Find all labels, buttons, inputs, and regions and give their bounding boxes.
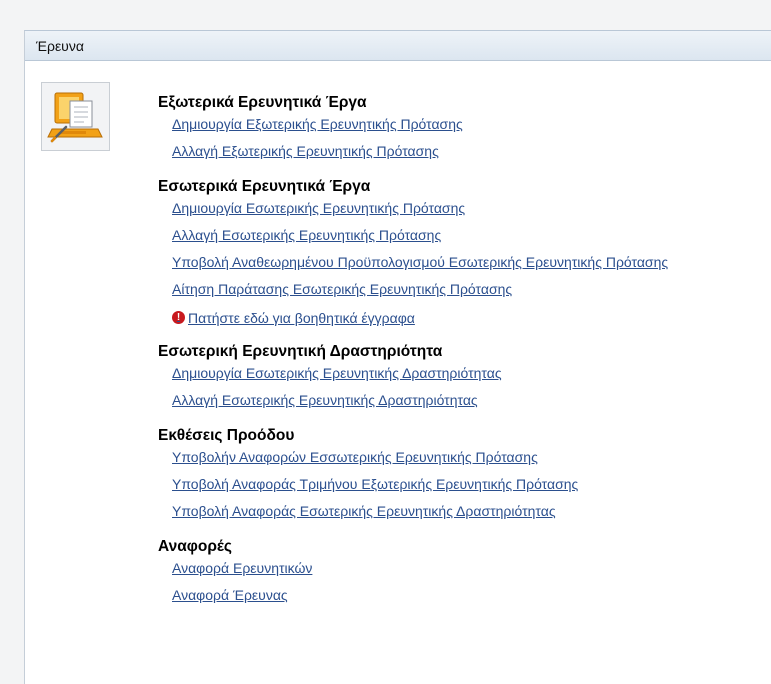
link-list: Δημιουργία Εσωτερικής Ερευνητικής Πρότασ… [172,197,768,332]
link-list: Αναφορά Ερευνητικών Αναφορά Έρευνας [172,557,768,611]
computer-desk-icon [46,92,103,142]
list-item: ! Πατήστε εδώ για βοηθητικά έγγραφα [172,305,768,332]
submit-activity-report-link[interactable]: Υποβολή Αναφοράς Εσωτερικής Ερευνητικής … [172,500,556,522]
section-reports: Αναφορές Αναφορά Ερευνητικών Αναφορά Έρε… [158,537,768,611]
list-item: Δημιουργία Εξωτερικής Ερευνητικής Πρότασ… [172,113,768,140]
section-title: Εκθέσεις Προόδου [158,427,295,444]
link-list: Δημιουργία Εσωτερικής Ερευνητικής Δραστη… [172,362,768,416]
research-panel: Έρευνα Εξωτερικά Ερευνητικά Έργα Δημιουρ… [24,30,771,684]
section-title: Αναφορές [158,538,232,555]
list-item: Υποβολήν Αναφορών Εσσωτερικής Ερευνητική… [172,446,768,473]
list-item: Αναφορά Έρευνας [172,584,768,611]
extension-request-link[interactable]: Αίτηση Παράτασης Εσωτερικής Ερευνητικής … [172,278,512,300]
section-title: Εσωτερική Ερευνητική Δραστηριότητα [158,343,443,360]
list-item: Υποβολή Αναφοράς Εσωτερικής Ερευνητικής … [172,500,768,527]
section-title: Εσωτερικά Ερευνητικά Έργα [158,178,371,195]
help-documents-label: Πατήστε εδώ για βοηθητικά έγγραφα [188,309,415,326]
list-item: Αλλαγή Εσωτερικής Ερευνητικής Πρότασης [172,224,768,251]
help-documents-link[interactable]: ! Πατήστε εδώ για βοηθητικά έγγραφα [172,307,415,329]
change-external-proposal-link[interactable]: Αλλαγή Εξωτερικής Ερευνητικής Πρότασης [172,140,439,162]
researchers-report-link[interactable]: Αναφορά Ερευνητικών [172,557,312,579]
menu-content: Εξωτερικά Ερευνητικά Έργα Δημιουργία Εξω… [158,93,768,611]
list-item: Υποβολή Αναφοράς Τριμήνου Εξωτερικής Ερε… [172,473,768,500]
list-item: Αναφορά Ερευνητικών [172,557,768,584]
research-report-link[interactable]: Αναφορά Έρευνας [172,584,288,606]
submit-internal-reports-link[interactable]: Υποβολήν Αναφορών Εσσωτερικής Ερευνητική… [172,446,538,468]
panel-title: Έρευνα [36,37,84,54]
change-internal-activity-link[interactable]: Αλλαγή Εσωτερικής Ερευνητικής Δραστηριότ… [172,389,478,411]
section-internal-projects: Εσωτερικά Ερευνητικά Έργα Δημιουργία Εσω… [158,177,768,332]
alert-icon: ! [172,311,185,324]
list-item: Δημιουργία Εσωτερικής Ερευνητικής Πρότασ… [172,197,768,224]
link-list: Υποβολήν Αναφορών Εσσωτερικής Ερευνητική… [172,446,768,527]
list-item: Αλλαγή Εξωτερικής Ερευνητικής Πρότασης [172,140,768,167]
research-desk-icon [41,82,110,151]
section-title: Εξωτερικά Ερευνητικά Έργα [158,94,367,111]
list-item: Υποβολή Αναθεωρημένου Προϋπολογισμού Εσω… [172,251,768,278]
section-external-projects: Εξωτερικά Ερευνητικά Έργα Δημιουργία Εξω… [158,93,768,167]
list-item: Αίτηση Παράτασης Εσωτερικής Ερευνητικής … [172,278,768,305]
section-internal-activity: Εσωτερική Ερευνητική Δραστηριότητα Δημιο… [158,342,768,416]
create-external-proposal-link[interactable]: Δημιουργία Εξωτερικής Ερευνητικής Πρότασ… [172,113,463,135]
submit-quarterly-report-link[interactable]: Υποβολή Αναφοράς Τριμήνου Εξωτερικής Ερε… [172,473,578,495]
create-internal-proposal-link[interactable]: Δημιουργία Εσωτερικής Ερευνητικής Πρότασ… [172,197,465,219]
section-progress-reports: Εκθέσεις Προόδου Υποβολήν Αναφορών Εσσωτ… [158,426,768,527]
create-internal-activity-link[interactable]: Δημιουργία Εσωτερικής Ερευνητικής Δραστη… [172,362,502,384]
list-item: Δημιουργία Εσωτερικής Ερευνητικής Δραστη… [172,362,768,389]
change-internal-proposal-link[interactable]: Αλλαγή Εσωτερικής Ερευνητικής Πρότασης [172,224,441,246]
list-item: Αλλαγή Εσωτερικής Ερευνητικής Δραστηριότ… [172,389,768,416]
panel-header: Έρευνα [25,31,771,61]
page: Έρευνα Εξωτερικά Ερευνητικά Έργα Δημιουρ… [0,0,771,684]
submit-revised-budget-link[interactable]: Υποβολή Αναθεωρημένου Προϋπολογισμού Εσω… [172,251,668,273]
link-list: Δημιουργία Εξωτερικής Ερευνητικής Πρότασ… [172,113,768,167]
